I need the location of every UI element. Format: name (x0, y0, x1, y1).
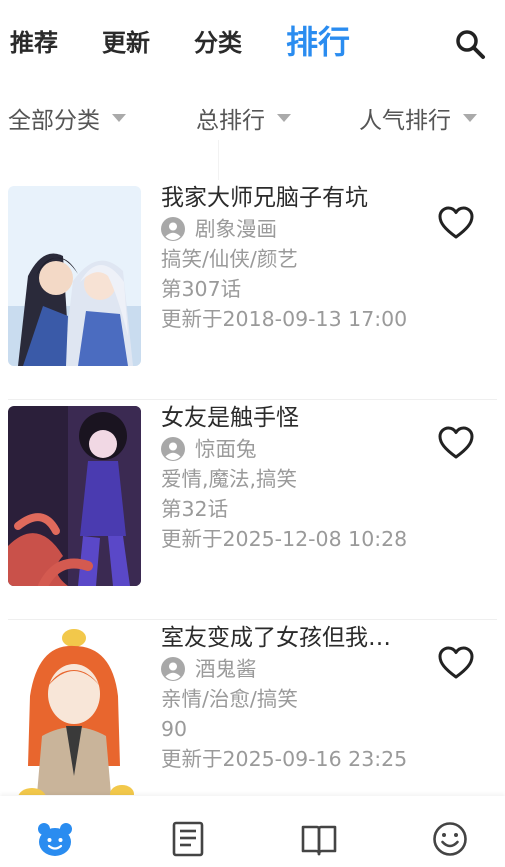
filter-category-label: 全部分类 (8, 108, 100, 134)
divider (218, 140, 219, 180)
filter-period-dropdown[interactable]: 总排行 (196, 100, 291, 136)
comic-chapter: 90 (161, 717, 188, 741)
smiley-icon[interactable] (431, 820, 469, 858)
cover-image (8, 626, 141, 795)
comic-updated: 更新于2025-12-08 10:28 (161, 527, 408, 551)
comic-tags: 亲情/治愈/搞笑 (161, 687, 298, 711)
favorite-heart-icon[interactable] (437, 645, 475, 681)
comic-updated: 更新于2018-09-13 17:00 (161, 307, 408, 331)
filter-bar: 全部分类 总排行 人气排行 (0, 100, 505, 140)
comic-info: 我家大师兄脑子有坑 剧象漫画 搞笑/仙侠/颜艺 第307话 更新于2018-09… (161, 182, 431, 334)
tab-updates[interactable]: 更新 (102, 28, 150, 58)
author-row: 剧象漫画 (161, 214, 431, 244)
comic-cover[interactable] (8, 406, 141, 586)
comic-author[interactable]: 剧象漫画 (195, 214, 277, 244)
cover-image (8, 406, 141, 586)
filter-sort-dropdown[interactable]: 人气排行 (359, 100, 477, 136)
tab-recommend[interactable]: 推荐 (10, 28, 58, 58)
comic-chapter: 第307话 (161, 277, 242, 301)
list-item[interactable]: 女友是触手怪 惊面兔 爱情,魔法,搞笑 第32话 更新于2025-12-08 1… (0, 400, 505, 620)
author-row: 酒鬼酱 (161, 654, 431, 684)
tab-rankings[interactable]: 排行 (286, 22, 350, 62)
comic-title[interactable]: 女友是触手怪 (161, 402, 411, 434)
bottom-navigation (0, 796, 505, 867)
list-item[interactable]: 我家大师兄脑子有坑 剧象漫画 搞笑/仙侠/颜艺 第307话 更新于2018-09… (0, 180, 505, 400)
comic-author[interactable]: 惊面兔 (195, 434, 257, 464)
comic-info: 室友变成了女孩但我… 酒鬼酱 亲情/治愈/搞笑 90 更新于2025-09-16… (161, 622, 431, 774)
search-icon[interactable] (454, 28, 486, 60)
comic-list[interactable]: 我家大师兄脑子有坑 剧象漫画 搞笑/仙侠/颜艺 第307话 更新于2018-09… (0, 180, 505, 795)
filter-period-label: 总排行 (196, 108, 265, 134)
caret-down-icon (463, 114, 477, 122)
tab-categories[interactable]: 分类 (194, 28, 242, 58)
bear-icon[interactable] (36, 820, 74, 858)
open-book-icon[interactable] (300, 820, 338, 858)
list-item[interactable]: 室友变成了女孩但我… 酒鬼酱 亲情/治愈/搞笑 90 更新于2025-09-16… (0, 620, 505, 795)
comic-info: 女友是触手怪 惊面兔 爱情,魔法,搞笑 第32话 更新于2025-12-08 1… (161, 402, 431, 554)
comic-title[interactable]: 我家大师兄脑子有坑 (161, 182, 411, 214)
comic-tags: 搞笑/仙侠/颜艺 (161, 247, 298, 271)
comic-cover[interactable] (8, 626, 141, 795)
comic-author[interactable]: 酒鬼酱 (195, 654, 257, 684)
author-row: 惊面兔 (161, 434, 431, 464)
user-icon (161, 657, 185, 681)
comic-tags: 爱情,魔法,搞笑 (161, 467, 298, 491)
comic-cover[interactable] (8, 186, 141, 366)
cover-image (8, 186, 141, 366)
comic-title[interactable]: 室友变成了女孩但我… (161, 622, 411, 654)
document-list-icon[interactable] (169, 820, 207, 858)
user-icon (161, 437, 185, 461)
comic-updated: 更新于2025-09-16 23:25 (161, 747, 408, 771)
filter-sort-label: 人气排行 (359, 108, 451, 134)
favorite-heart-icon[interactable] (437, 205, 475, 241)
comic-chapter: 第32话 (161, 497, 229, 521)
caret-down-icon (112, 114, 126, 122)
caret-down-icon (277, 114, 291, 122)
favorite-heart-icon[interactable] (437, 425, 475, 461)
filter-category-dropdown[interactable]: 全部分类 (8, 100, 126, 136)
top-tab-bar: 推荐 更新 分类 排行 (0, 0, 505, 84)
user-icon (161, 217, 185, 241)
